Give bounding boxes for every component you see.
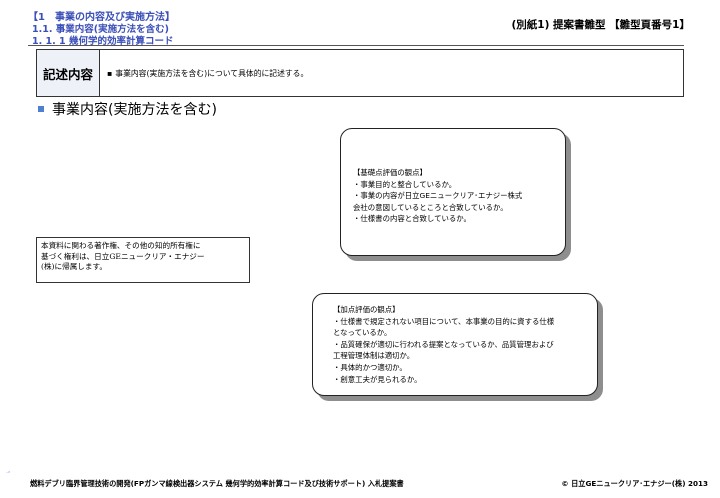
- description-tag: 記述内容: [37, 50, 100, 96]
- description-text: 事業内容(実施方法を含む)について具体的に記述する。: [115, 68, 309, 78]
- callout-line: ・具体的かつ適切か。: [333, 362, 407, 372]
- callout-line: ・仕様書の内容と合致しているか。: [353, 214, 471, 224]
- callout-line: ・創意工夫が見られるか。: [333, 374, 422, 384]
- callout-line: ・事業の内容が日立GEニュークリア･エナジー株式: [353, 191, 523, 201]
- description-text-row: ▪ 事業内容(実施方法を含む)について具体的に記述する。: [107, 50, 308, 96]
- bonus-evaluation-callout: 【加点評価の観点】 ・仕様書で規定されない項目について、本事業の目的に資する仕様…: [312, 293, 598, 396]
- callout-line: 工程管理体制は適切か。: [333, 351, 415, 361]
- callout-line: となっているか。: [333, 328, 392, 338]
- copyright-line: (株)に帰属します。: [41, 262, 107, 272]
- callout-line: ・仕様書で規定されない項目について、本事業の目的に資する仕様: [333, 316, 555, 326]
- copyright-notice: 本資料に関わる著作権、その他の知的所有権に 基づく権利は、日立GEニュークリア・…: [36, 237, 250, 283]
- description-box: 記述内容 ▪ 事業内容(実施方法を含む)について具体的に記述する。: [36, 49, 684, 97]
- callout-line: ・事業目的と整合しているか。: [353, 179, 457, 189]
- basic-evaluation-callout: 【基礎点評価の観点】 ・事業目的と整合しているか。 ・事業の内容が日立GEニュー…: [340, 128, 566, 256]
- footer-title: 燃料デブリ臨界管理技術の開発(FPガンマ線検出器システム 幾何学的効率計算コード…: [30, 479, 404, 488]
- bullet-icon: ▪: [107, 68, 113, 78]
- copyright-line: 基づく権利は、日立GEニュークリア・エナジー: [41, 251, 205, 261]
- callout-line: 【加点評価の観点】: [333, 305, 400, 314]
- section-heading-text: 事業内容(実施方法を含む): [52, 102, 217, 118]
- section-heading: 事業内容(実施方法を含む): [38, 99, 217, 119]
- bonus-evaluation-text: 【加点評価の観点】 ・仕様書で規定されない項目について、本事業の目的に資する仕様…: [333, 304, 589, 385]
- page-mark: ⁻⁴: [6, 470, 10, 475]
- basic-evaluation-text: 【基礎点評価の観点】 ・事業目的と整合しているか。 ・事業の内容が日立GEニュー…: [353, 167, 557, 225]
- footer-copyright: © 日立GEニュークリア･エナジー(株) 2013: [561, 479, 708, 488]
- document-label: (別紙1) 提案書雛型 【雛型頁番号1】: [511, 19, 690, 31]
- callout-line: ・品質確保が適切に行われる提案となっているか、品質管理および: [333, 339, 554, 349]
- callout-line: 【基礎点評価の観点】: [353, 168, 427, 177]
- copyright-line: 本資料に関わる著作権、その他の知的所有権に: [41, 241, 201, 250]
- callout-line: 会社の意図しているところと合致しているか。: [353, 202, 508, 212]
- square-bullet-icon: [38, 106, 44, 112]
- header-divider: [28, 45, 684, 46]
